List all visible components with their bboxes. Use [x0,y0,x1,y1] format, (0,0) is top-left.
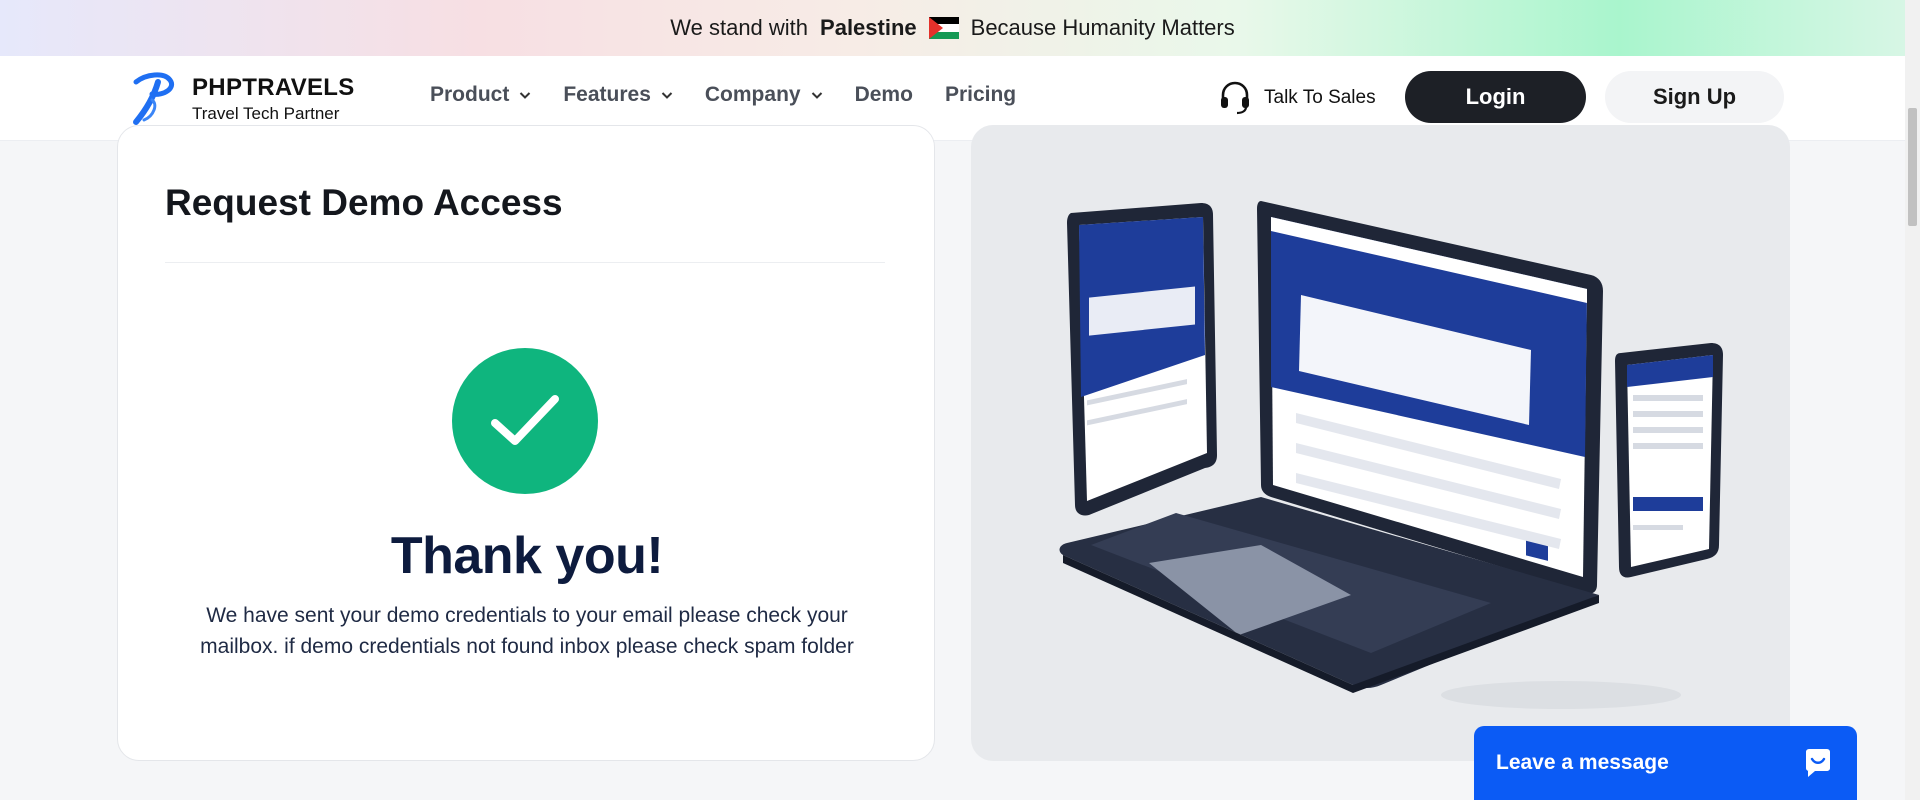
talk-to-sales-label: Talk To Sales [1264,87,1376,108]
phone-mockup [1615,343,1723,578]
devices-illustration-panel [971,125,1790,761]
confirmation-message: We have sent your demo credentials to yo… [168,600,886,662]
confirmation-line-1: We have sent your demo credentials to yo… [206,604,848,627]
chevron-down-icon [811,92,822,99]
success-badge [452,348,598,494]
brand-logo-icon [133,72,174,125]
nav-demo-label: Demo [854,83,913,106]
nav-demo[interactable]: Demo [855,83,913,107]
demo-request-card: Request Demo Access Thank you! We have s… [117,125,935,761]
scrollbar-thumb[interactable] [1908,108,1917,226]
devices-illustration [1059,201,1723,709]
brand-logo[interactable]: PHPTRAVELS Travel Tech Partner [128,70,355,128]
leave-message-widget[interactable]: Leave a message [1474,726,1857,800]
chevron-down-icon [520,92,531,99]
talk-to-sales-link[interactable]: Talk To Sales [1218,80,1376,116]
leave-message-label: Leave a message [1496,751,1669,774]
banner-suffix: Because Humanity Matters [970,15,1235,40]
card-title: Request Demo Access [165,182,563,223]
checkmark-icon [491,395,559,445]
thank-you-heading: Thank you! [390,527,664,585]
nav-pricing-label: Pricing [944,83,1017,106]
login-button[interactable]: Login [1405,71,1586,123]
nav-pricing[interactable]: Pricing [945,83,1016,107]
nav-features-label: Features [563,83,651,106]
nav-product[interactable]: Product [430,83,531,107]
nav-company[interactable]: Company [705,83,823,107]
signup-button[interactable]: Sign Up [1605,71,1784,123]
nav-features[interactable]: Features [563,83,673,107]
tablet-mockup [1067,203,1217,516]
brand-name: PHPTRAVELS [192,74,355,101]
palestine-flag-icon [928,17,959,39]
nav-company-label: Company [704,83,801,106]
chevron-down-icon [661,92,673,99]
brand-tagline: Travel Tech Partner [192,104,340,123]
banner-highlight: Palestine [820,15,917,40]
page-scrollbar[interactable] [1905,0,1920,800]
banner-prefix: We stand with [670,15,809,40]
main-nav: Product Features Company Demo Pricing [430,83,1016,107]
card-divider [165,262,885,263]
headset-icon [1221,81,1249,115]
chat-bubble-icon [1806,749,1830,777]
confirmation-line-2: mailbox. if demo credentials not found i… [200,635,854,658]
announcement-banner: We stand with Palestine Because Humanity… [0,0,1905,56]
nav-product-label: Product [430,83,510,106]
